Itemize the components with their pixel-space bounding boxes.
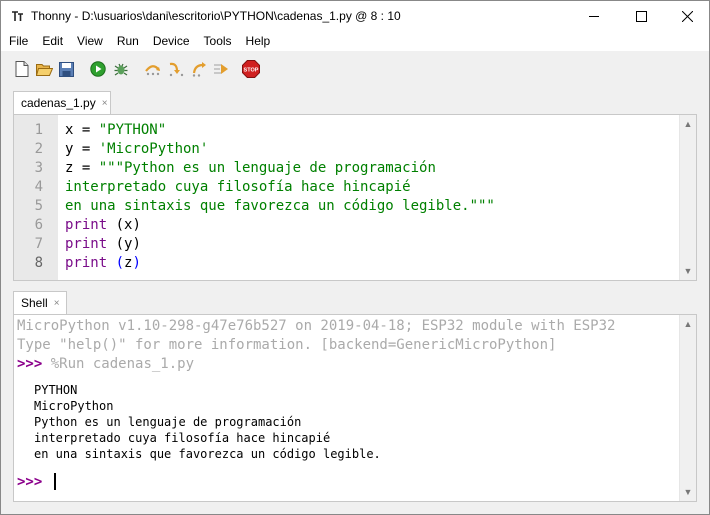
shell-console[interactable]: MicroPython v1.10-298-g47e76b527 on 2019… [13,314,697,502]
window-title: Thonny - D:\usuarios\dani\escritorio\PYT… [31,9,401,23]
save-icon [58,61,74,77]
editor-tab-label: cadenas_1.py [21,96,96,110]
line-number: 5 [34,198,43,214]
line-number: 1 [34,122,43,138]
code-line: print (x) [65,217,141,233]
thonny-logo-icon [12,11,23,21]
code-line: en una sintaxis que favorezca un código … [65,198,495,214]
shell-run-line: >>> %Run cadenas_1.py [17,356,194,372]
code-editor[interactable]: 1 2 3 4 5 6 7 8 x = "PYTHON" y = 'MicroP… [13,114,697,281]
menu-device[interactable]: Device [145,31,196,51]
step-into-icon [169,62,184,77]
close-button[interactable] [664,1,710,31]
code-line: print (z) [65,255,141,271]
step-out-button[interactable] [190,60,208,78]
stop-button[interactable]: STOP [242,60,260,78]
shell-scrollbar[interactable]: ▲ ▼ [679,315,696,501]
tab-cadenas-1[interactable]: cadenas_1.py × [13,91,111,114]
shell-output-line: PYTHON [34,383,78,397]
menu-tools[interactable]: Tools [196,31,238,51]
debug-icon [114,63,128,76]
title-bar[interactable]: Thonny - D:\usuarios\dani\escritorio\PYT… [1,1,709,31]
shell-banner-line: MicroPython v1.10-298-g47e76b527 on 2019… [17,318,616,334]
shell-run-command: %Run cadenas_1.py [42,356,195,372]
shell-input-line[interactable]: >>> [17,474,42,490]
shell-output-line: MicroPython [34,399,114,413]
stop-icon-label: STOP [244,68,259,74]
new-file-button[interactable] [13,60,31,78]
tab-shell[interactable]: Shell × [13,291,67,314]
resume-icon [214,64,228,74]
run-icon [90,61,106,77]
shell-output-line: Python es un lenguaje de programación [34,415,302,429]
menu-help[interactable]: Help [238,31,277,51]
line-number-current: 8 [34,255,43,271]
code-line: y = 'MicroPython' [65,141,209,157]
stop-icon: STOP [242,60,260,78]
line-number: 6 [34,217,43,233]
shell-tab-label: Shell [21,296,48,310]
text-cursor [54,473,56,490]
open-file-button[interactable] [35,60,53,78]
scroll-down-icon[interactable]: ▼ [683,487,693,497]
scroll-down-icon[interactable]: ▼ [683,266,693,276]
shell-tab-close-icon[interactable]: × [54,298,60,309]
line-number-gutter: 1 2 3 4 5 6 7 8 [14,115,58,280]
line-number: 4 [34,179,43,195]
new-file-icon [15,61,29,77]
menu-edit[interactable]: Edit [34,31,69,51]
step-over-button[interactable] [144,60,162,78]
code-line: interpretado cuya filosofía hace hincapi… [65,179,411,195]
maximize-button[interactable] [618,1,664,31]
step-into-button[interactable] [167,60,185,78]
scroll-up-icon[interactable]: ▲ [683,119,693,129]
resume-button[interactable] [212,60,230,78]
minimize-button[interactable] [571,1,617,31]
close-icon [681,10,693,22]
editor-scrollbar[interactable]: ▲ ▼ [679,115,696,280]
code-line: x = "PYTHON" [65,122,167,138]
toolbar: STOP [1,53,709,83]
run-button[interactable] [89,60,107,78]
menu-file[interactable]: File [1,31,34,51]
code-line: z = """Python es un lenguaje de programa… [65,160,436,176]
step-over-icon [145,65,160,76]
menu-bar: File Edit View Run Device Tools Help [1,31,709,51]
scroll-up-icon[interactable]: ▲ [683,319,693,329]
shell-output-line: en una sintaxis que favorezca un código … [34,447,381,461]
line-number: 7 [34,236,43,252]
code-line: print (y) [65,236,141,252]
shell-prompt: >>> [17,356,43,372]
maximize-icon [635,10,647,22]
save-button[interactable] [57,60,75,78]
thonny-window: Thonny - D:\usuarios\dani\escritorio\PYT… [0,0,710,515]
shell-prompt: >>> [17,474,43,490]
line-number: 3 [34,160,43,176]
debug-button[interactable] [112,60,130,78]
shell-output-line: interpretado cuya filosofía hace hincapi… [34,431,331,445]
minimize-icon [588,15,599,17]
menu-run[interactable]: Run [109,31,145,51]
step-out-icon [192,62,206,77]
shell-banner-line: Type "help()" for more information. [bac… [17,337,557,353]
open-folder-icon [35,63,53,76]
line-number: 2 [34,141,43,157]
editor-tab-close-icon[interactable]: × [102,98,108,109]
menu-view[interactable]: View [69,31,109,51]
